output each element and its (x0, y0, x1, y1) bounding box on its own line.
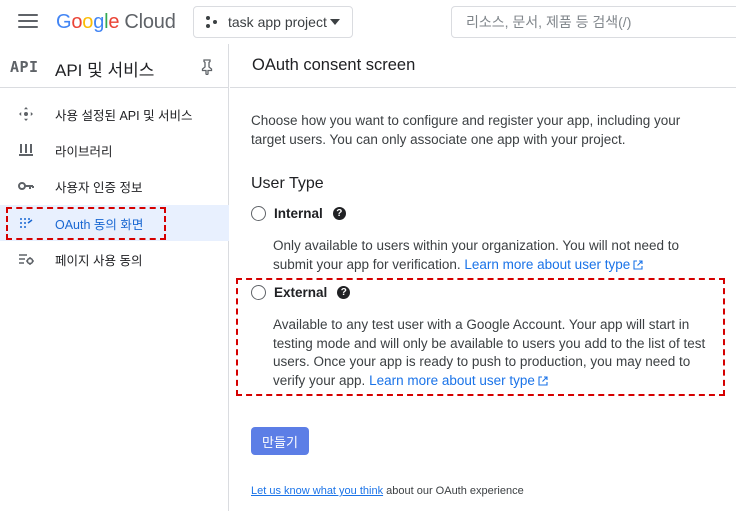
sidebar-header: API API 및 서비스 (0, 44, 228, 88)
caret-down-icon (330, 19, 340, 25)
main-menu-icon[interactable] (18, 14, 38, 30)
external-link-icon[interactable] (633, 259, 643, 270)
sidebar-item-credentials[interactable]: 사용자 인증 정보 (0, 168, 229, 204)
project-icon (206, 16, 218, 28)
sidebar-item-oauth-consent[interactable]: OAuth 동의 화면 (0, 205, 229, 241)
external-label[interactable]: External (274, 285, 327, 300)
project-selector[interactable]: task app project (193, 6, 353, 38)
logo-letter: g (93, 11, 105, 33)
external-radio[interactable] (251, 284, 266, 300)
pin-icon[interactable] (200, 59, 214, 75)
sidebar-item-enabled-apis[interactable]: 사용 설정된 API 및 서비스 (0, 96, 229, 132)
internal-option[interactable]: Internal ? (251, 203, 346, 223)
help-icon[interactable]: ? (337, 285, 351, 299)
project-name: task app project (228, 14, 327, 30)
internal-description: Only available to users within your orga… (273, 237, 721, 274)
page-description: Choose how you want to configure and reg… (251, 113, 681, 147)
external-option[interactable]: External ? (251, 282, 351, 302)
enabled-apis-icon (18, 106, 34, 122)
logo-letter: G (56, 11, 72, 33)
user-type-heading: User Type (251, 175, 324, 192)
footer-text: about our OAuth experience (383, 485, 524, 497)
sidebar-item-label: 사용 설정된 API 및 서비스 (55, 108, 193, 123)
sidebar: API API 및 서비스 사용 설정된 API 및 서비스 라이브러리 사용자… (0, 44, 229, 511)
logo-cloud-text: Cloud (124, 11, 176, 33)
external-link-icon[interactable] (538, 375, 548, 386)
api-badge-icon: API (10, 58, 39, 76)
logo-letter: o (71, 11, 83, 33)
main-content: OAuth consent screen Choose how you want… (230, 44, 736, 511)
key-icon (18, 178, 34, 194)
google-cloud-logo[interactable]: Google Cloud (56, 11, 176, 34)
help-icon[interactable]: ? (332, 206, 346, 220)
oauth-consent-icon (18, 215, 34, 231)
logo-letter: o (82, 11, 94, 33)
sidebar-item-label: OAuth 동의 화면 (55, 217, 144, 232)
learn-more-link[interactable]: Learn more about user type (464, 257, 630, 272)
feedback-link[interactable]: Let us know what you think (251, 485, 383, 497)
page-title: OAuth consent screen (230, 44, 736, 88)
sidebar-item-page-usage-agreement[interactable]: 페이지 사용 동의 (0, 241, 229, 277)
create-button[interactable]: 만들기 (251, 427, 309, 455)
internal-label[interactable]: Internal (274, 206, 323, 221)
internal-radio[interactable] (251, 205, 266, 221)
library-icon (18, 142, 34, 158)
page-usage-agreement-icon (18, 251, 34, 267)
search-placeholder: 리소스, 문서, 제품 등 검색(/) (466, 14, 632, 30)
sidebar-item-label: 라이브러리 (55, 144, 113, 159)
feedback-footer: Let us know what you think about our OAu… (251, 485, 524, 497)
search-input[interactable]: 리소스, 문서, 제품 등 검색(/) (451, 6, 736, 38)
external-description: Available to any test user with a Google… (273, 316, 721, 390)
logo-letter: e (108, 11, 120, 33)
sidebar-item-library[interactable]: 라이브러리 (0, 132, 229, 168)
sidebar-item-label: 사용자 인증 정보 (55, 180, 143, 195)
top-bar: Google Cloud task app project 리소스, 문서, 제품… (0, 0, 736, 44)
sidebar-title: API 및 서비스 (55, 61, 155, 80)
sidebar-item-label: 페이지 사용 동의 (55, 253, 143, 268)
learn-more-link[interactable]: Learn more about user type (369, 373, 535, 388)
